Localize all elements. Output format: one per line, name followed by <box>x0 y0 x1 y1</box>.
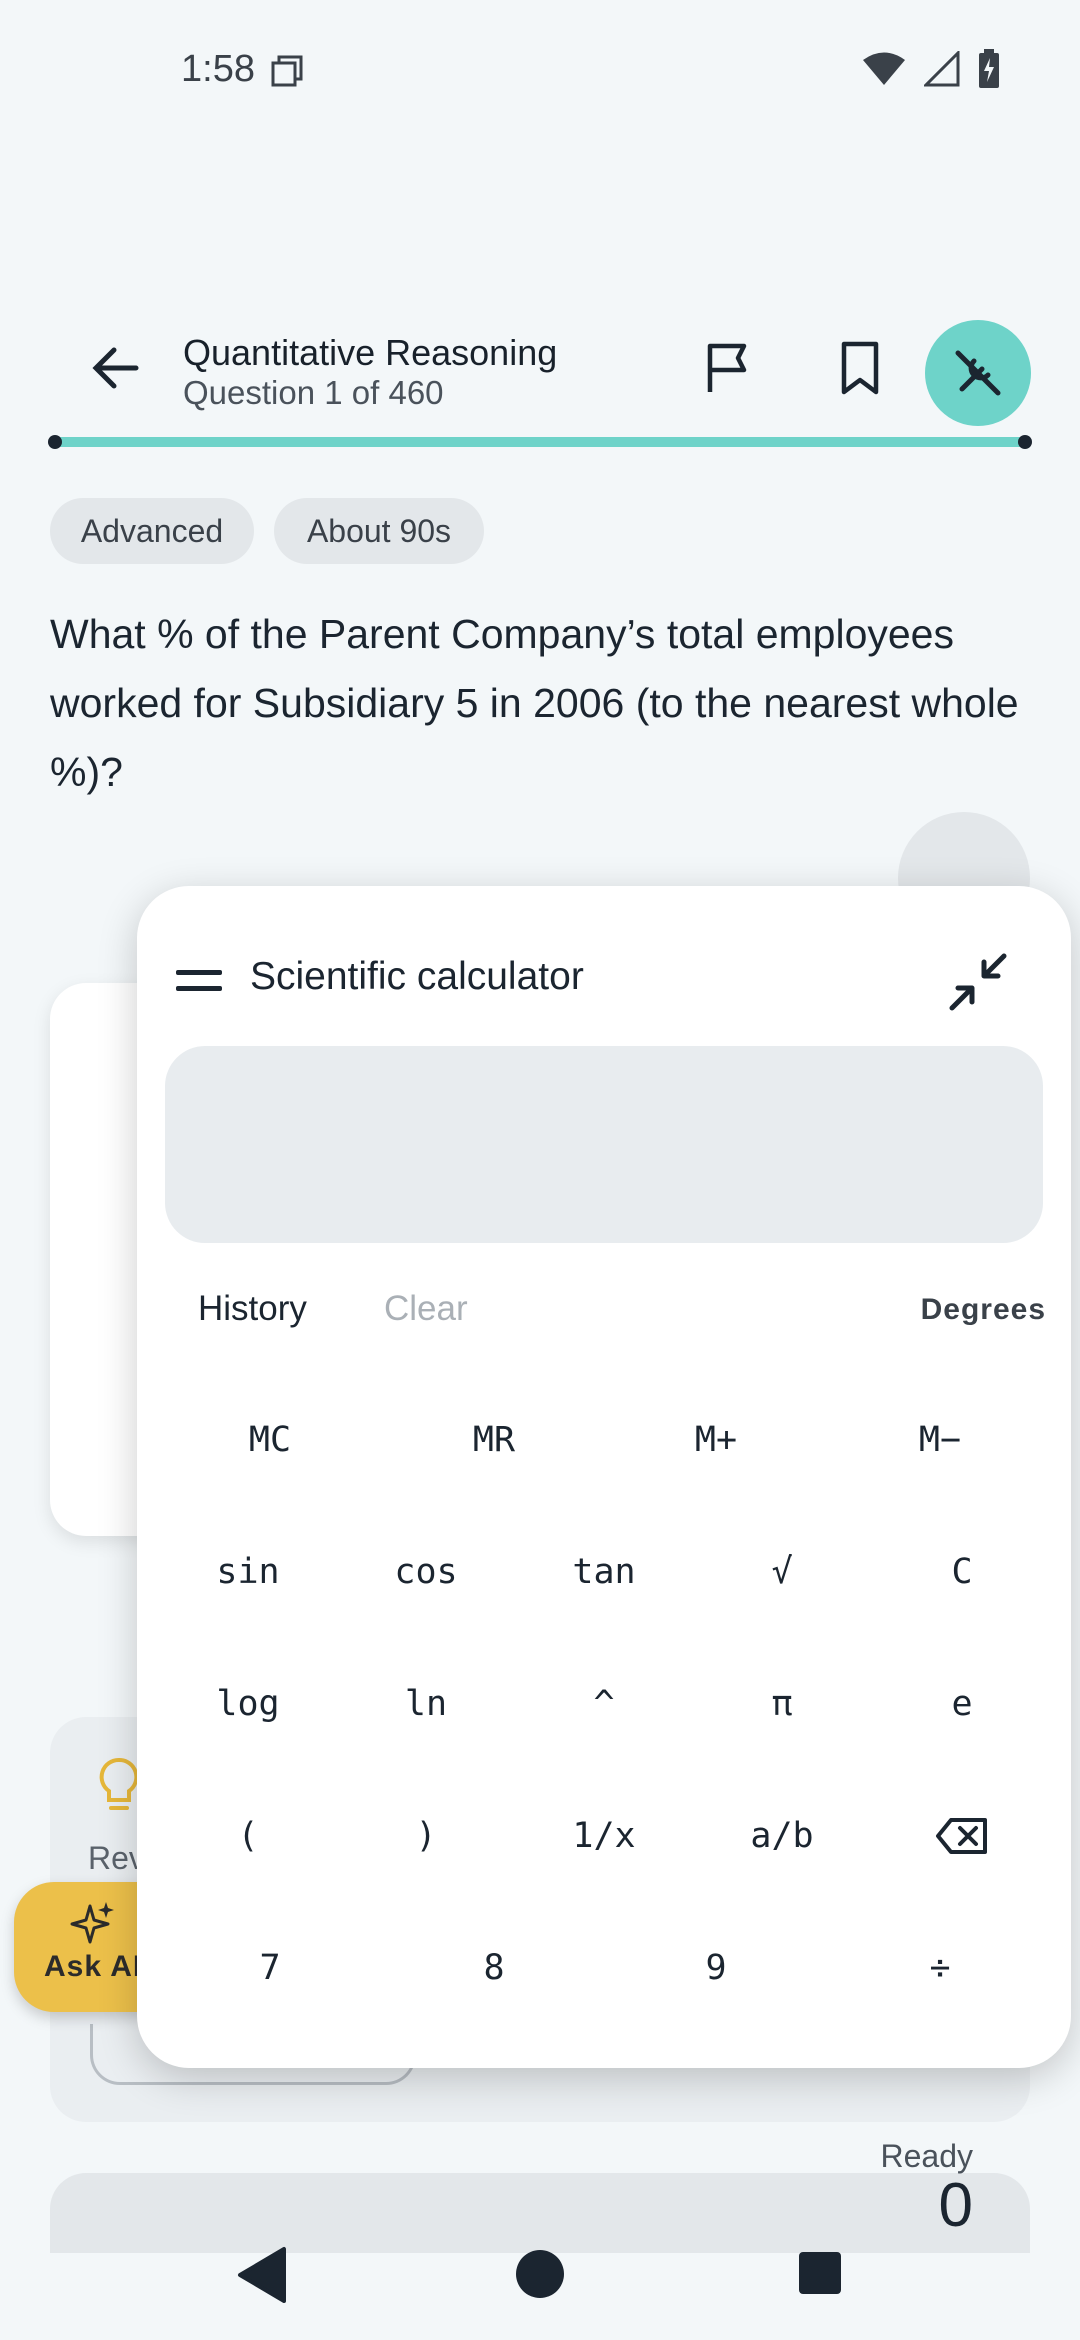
key-reciprocal[interactable]: 1/x <box>544 1796 664 1876</box>
tools-off-icon <box>955 350 1001 396</box>
key-ln[interactable]: ln <box>366 1664 486 1744</box>
angle-mode-toggle[interactable]: Degrees <box>921 1293 1046 1327</box>
key-open-paren[interactable]: ( <box>188 1796 308 1876</box>
key-sin[interactable]: sin <box>188 1532 308 1612</box>
clear-history-button[interactable]: Clear <box>384 1289 468 1329</box>
progress-start-dot <box>48 435 62 449</box>
flag-button[interactable] <box>700 340 756 396</box>
lightbulb-icon <box>99 1757 139 1810</box>
key-sqrt[interactable]: √ <box>722 1532 842 1612</box>
key-pi[interactable]: π <box>722 1664 842 1744</box>
nav-recents-icon[interactable] <box>799 2252 841 2294</box>
bookmark-button[interactable] <box>832 340 888 396</box>
ask-ai-label: Ask AI <box>44 1950 143 1983</box>
back-button[interactable] <box>88 340 144 396</box>
signal-icon <box>924 51 960 87</box>
wifi-icon <box>863 52 905 85</box>
key-cos[interactable]: cos <box>366 1532 486 1612</box>
key-fraction[interactable]: a/b <box>722 1796 842 1876</box>
key-tan[interactable]: tan <box>544 1532 664 1612</box>
battery-icon <box>979 49 999 88</box>
calculator-toggle-button[interactable] <box>925 320 1031 426</box>
screenshot-icon <box>271 55 303 87</box>
key-clear[interactable]: C <box>902 1532 1022 1612</box>
sparkle-icon <box>70 1902 114 1944</box>
backspace-icon <box>936 1818 987 1854</box>
key-mr[interactable]: MR <box>434 1400 554 1480</box>
progress-bar <box>52 437 1028 447</box>
nav-back-icon[interactable] <box>236 2245 286 2305</box>
status-time: 1:58 <box>181 48 255 90</box>
calculator-title: Scientific calculator <box>250 955 584 998</box>
next-card <box>50 2173 1030 2253</box>
key-mc[interactable]: MC <box>210 1400 330 1480</box>
key-e[interactable]: e <box>902 1664 1022 1744</box>
key-backspace[interactable] <box>902 1796 1022 1876</box>
key-m-plus[interactable]: M+ <box>656 1400 776 1480</box>
key-m-minus[interactable]: M− <box>880 1400 1000 1480</box>
key-log[interactable]: log <box>188 1664 308 1744</box>
time-estimate-chip: About 90s <box>274 498 484 564</box>
key-power[interactable]: ^ <box>544 1664 664 1744</box>
status-icons <box>862 48 1000 90</box>
question-text: What % of the Parent Company’s total emp… <box>50 611 1019 795</box>
page-title: Quantitative Reasoning <box>183 332 558 373</box>
key-close-paren[interactable]: ) <box>366 1796 486 1876</box>
key-divide[interactable]: ÷ <box>880 1928 1000 2008</box>
collapse-icon[interactable] <box>946 950 1010 1014</box>
key-8[interactable]: 8 <box>434 1928 554 2008</box>
drag-handle-icon[interactable] <box>176 970 222 992</box>
nav-home-icon[interactable] <box>516 2250 564 2298</box>
question-counter: Question 1 of 460 <box>183 374 444 411</box>
difficulty-chip: Advanced <box>50 498 254 564</box>
history-button[interactable]: History <box>198 1289 307 1329</box>
key-7[interactable]: 7 <box>210 1928 330 2008</box>
progress-end-dot <box>1018 435 1032 449</box>
key-9[interactable]: 9 <box>656 1928 776 2008</box>
calculator-display: Ready 0 <box>165 1046 1043 2240</box>
calculator-value: 0 <box>938 2171 973 2240</box>
